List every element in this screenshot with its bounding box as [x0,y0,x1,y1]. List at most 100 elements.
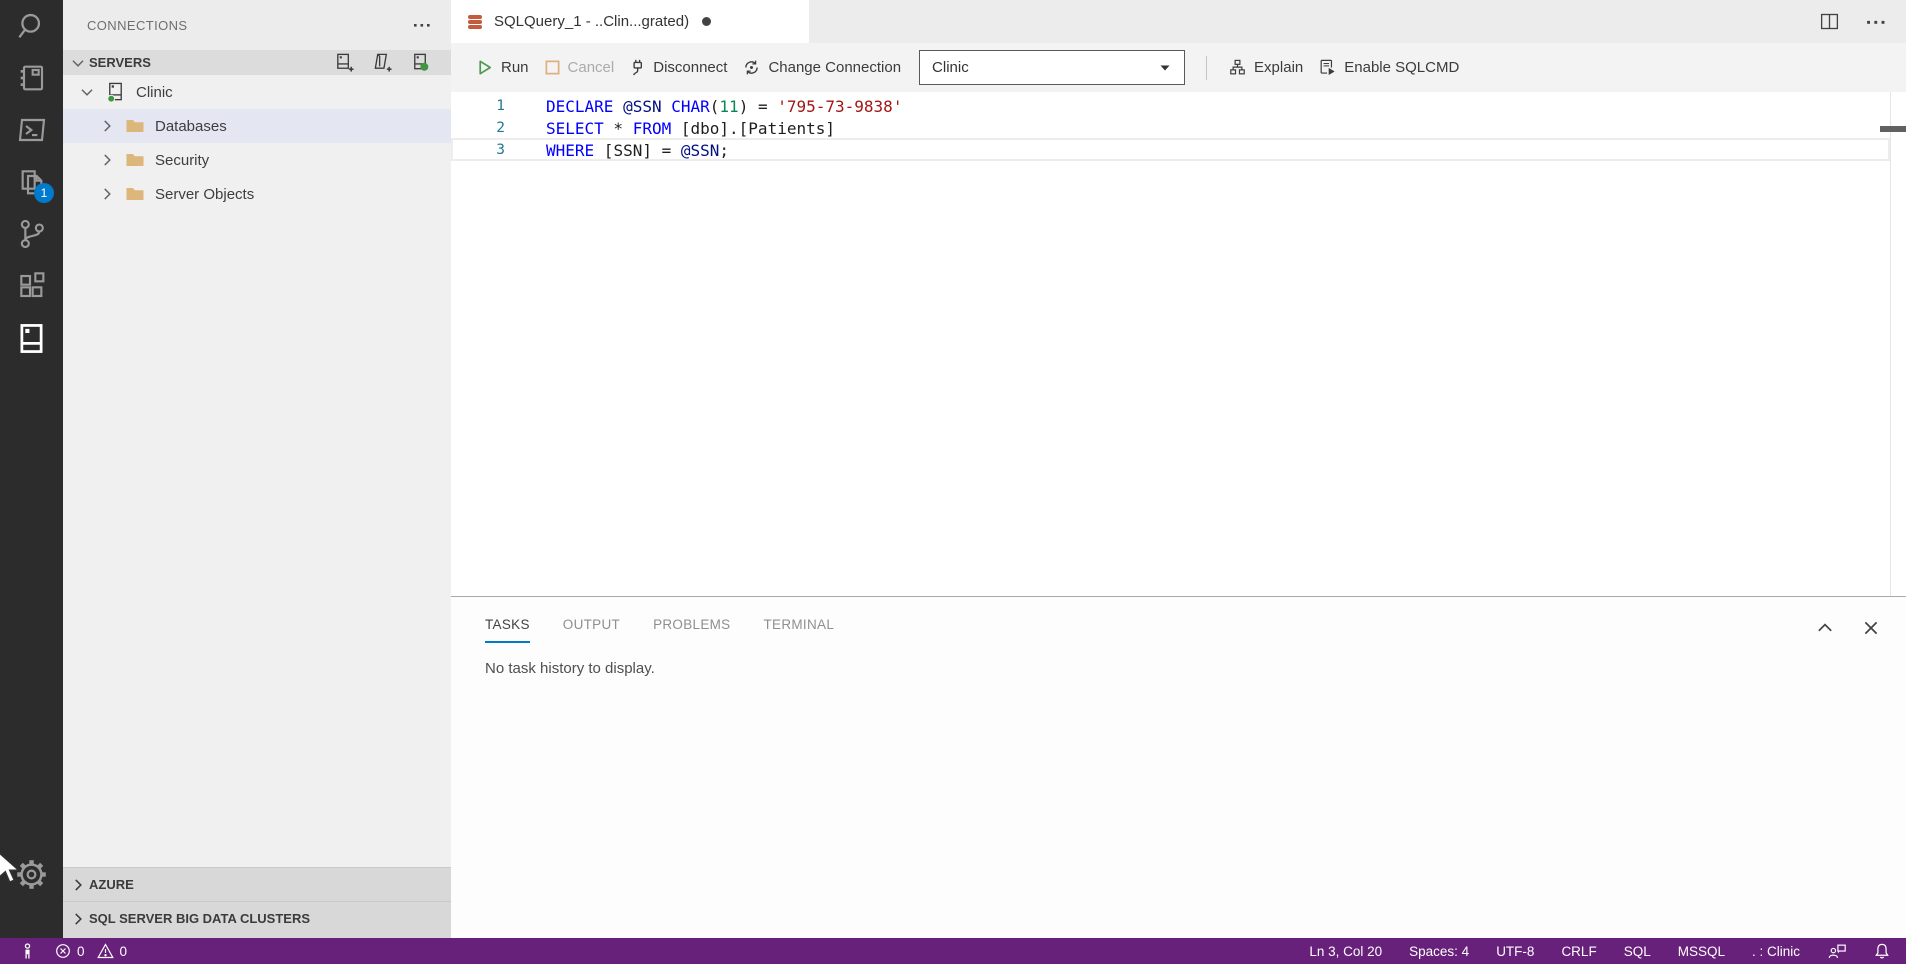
task-history-empty-message: No task history to display. [485,660,1906,677]
tab-output[interactable]: OUTPUT [563,617,620,643]
sidebar-title-bar: CONNECTIONS [63,0,451,50]
enable-sqlcmd-button[interactable]: Enable SQLCMD [1318,58,1459,77]
tree-row-clinic[interactable]: Clinic [63,75,451,109]
tree-row-security[interactable]: Security [63,143,451,177]
activity-bar: 1 [0,0,63,938]
overview-ruler[interactable] [1890,92,1906,596]
chevron-right-icon[interactable] [97,185,117,203]
servers-header-label: SERVERS [89,55,151,70]
chevron-down-icon [1158,61,1172,75]
tree-label: Clinic [136,84,173,101]
code-line[interactable]: 2 SELECT * FROM [dbo].[Patients] [451,117,1906,139]
line-number: 3 [451,142,505,158]
source-control-icon-glyph [16,218,48,250]
change-connection-icon [742,58,761,77]
connection-status[interactable]: . : Clinic [1752,944,1800,959]
unsaved-changes-dot[interactable] [702,17,711,26]
change-connection-button[interactable]: Change Connection [742,58,901,77]
toolbar-separator [1206,56,1207,80]
encoding-status[interactable]: UTF-8 [1496,944,1534,959]
close-panel-icon[interactable] [1862,619,1880,637]
feedback-icon[interactable] [1827,943,1847,960]
cancel-button[interactable]: Cancel [544,59,615,76]
provider-status[interactable]: MSSQL [1678,944,1725,959]
notebook-icon-glyph [16,62,48,94]
indentation-status[interactable]: Spaces: 4 [1409,944,1469,959]
terminal-icon[interactable] [0,104,63,156]
more-actions-icon[interactable] [413,16,431,34]
active-connections-icon[interactable] [410,52,431,73]
chevron-right-icon[interactable] [97,117,117,135]
extensions-icon-glyph [16,270,48,302]
tree-label: Databases [155,118,227,135]
tree-label: Server Objects [155,186,254,203]
run-button[interactable]: Run [475,58,529,77]
line-number: 1 [451,98,505,114]
code-line[interactable]: 3 WHERE [SSN] = @SSN; [451,139,1906,161]
accessibility-person-icon[interactable] [20,943,35,960]
bottom-panel: TASKS OUTPUT PROBLEMS TERMINAL No task h… [451,596,1906,938]
search-icon-glyph [16,10,48,42]
explain-button[interactable]: Explain [1228,58,1303,77]
sidebar-connections: CONNECTIONS SERVERS Clinic [63,0,451,938]
big-data-clusters-header-label: SQL SERVER BIG DATA CLUSTERS [89,911,310,926]
notifications-bell-icon[interactable] [1874,942,1890,960]
tab-terminal[interactable]: TERMINAL [763,617,834,643]
search-icon[interactable] [0,0,63,52]
chevron-down-icon[interactable] [77,83,97,101]
problems-indicator[interactable]: 0 0 [55,943,127,959]
chevron-right-icon [69,876,87,894]
code-line[interactable]: 1 DECLARE @SSN CHAR(11) = '795-73-9838' [451,95,1906,117]
notebook-icon[interactable] [0,52,63,104]
tab-sqlquery1[interactable]: SQLQuery_1 - ..Clin...grated) [451,0,809,43]
copy-pages-icon[interactable]: 1 [0,156,63,208]
line-number: 2 [451,120,505,136]
terminal-icon-glyph [16,114,48,146]
editor-group: SQLQuery_1 - ..Clin...grated) Run Cancel… [451,0,1906,938]
tree-row-databases[interactable]: Databases [63,109,451,143]
azure-data-studio-window: 1 [0,0,1906,964]
error-count: 0 [77,944,85,959]
status-bar: 0 0 Ln 3, Col 20 Spaces: 4 UTF-8 CRLF SQ… [0,938,1906,964]
sidebar-title: CONNECTIONS [87,18,187,33]
new-connection-icon[interactable] [334,52,355,73]
warning-count: 0 [120,944,128,959]
database-dropdown[interactable]: Clinic [919,50,1185,85]
query-toolbar: Run Cancel Disconnect Change Connection … [451,43,1906,92]
connections-icon-glyph [15,322,48,355]
explain-plan-icon [1228,58,1247,77]
folder-icon [125,150,145,170]
source-control-icon[interactable] [0,208,63,260]
activity-badge: 1 [34,183,54,203]
cursor-position-status[interactable]: Ln 3, Col 20 [1309,944,1382,959]
new-server-group-icon[interactable] [372,52,393,73]
big-data-clusters-section-header[interactable]: SQL SERVER BIG DATA CLUSTERS [63,901,451,935]
sidebar-empty-space [63,211,451,867]
language-status[interactable]: SQL [1624,944,1651,959]
azure-section-header[interactable]: AZURE [63,867,451,901]
warnings-icon [97,943,114,959]
split-editor-icon[interactable] [1819,11,1840,32]
chevron-right-icon[interactable] [97,151,117,169]
sqlcmd-icon [1318,58,1337,77]
cursor-position-marker [1880,126,1906,132]
servers-section-header[interactable]: SERVERS [63,50,451,75]
editor-tab-bar: SQLQuery_1 - ..Clin...grated) [451,0,1906,43]
disconnect-plug-icon [629,58,646,77]
eol-status[interactable]: CRLF [1561,944,1596,959]
tab-tasks[interactable]: TASKS [485,617,530,643]
folder-icon [125,116,145,136]
run-play-icon [475,58,494,77]
tree-row-server-objects[interactable]: Server Objects [63,177,451,211]
more-actions-icon[interactable] [1866,12,1886,32]
chevron-down-icon [69,54,87,72]
extensions-icon[interactable] [0,260,63,312]
sql-editor[interactable]: 1 DECLARE @SSN CHAR(11) = '795-73-9838' … [451,92,1906,596]
tab-problems[interactable]: PROBLEMS [653,617,730,643]
chevron-right-icon [69,910,87,928]
disconnect-button[interactable]: Disconnect [629,58,727,77]
connections-icon[interactable] [0,312,63,364]
panel-tab-bar: TASKS OUTPUT PROBLEMS TERMINAL [451,597,1906,643]
maximize-panel-icon[interactable] [1816,619,1834,637]
settings-gear-icon[interactable] [0,848,63,900]
